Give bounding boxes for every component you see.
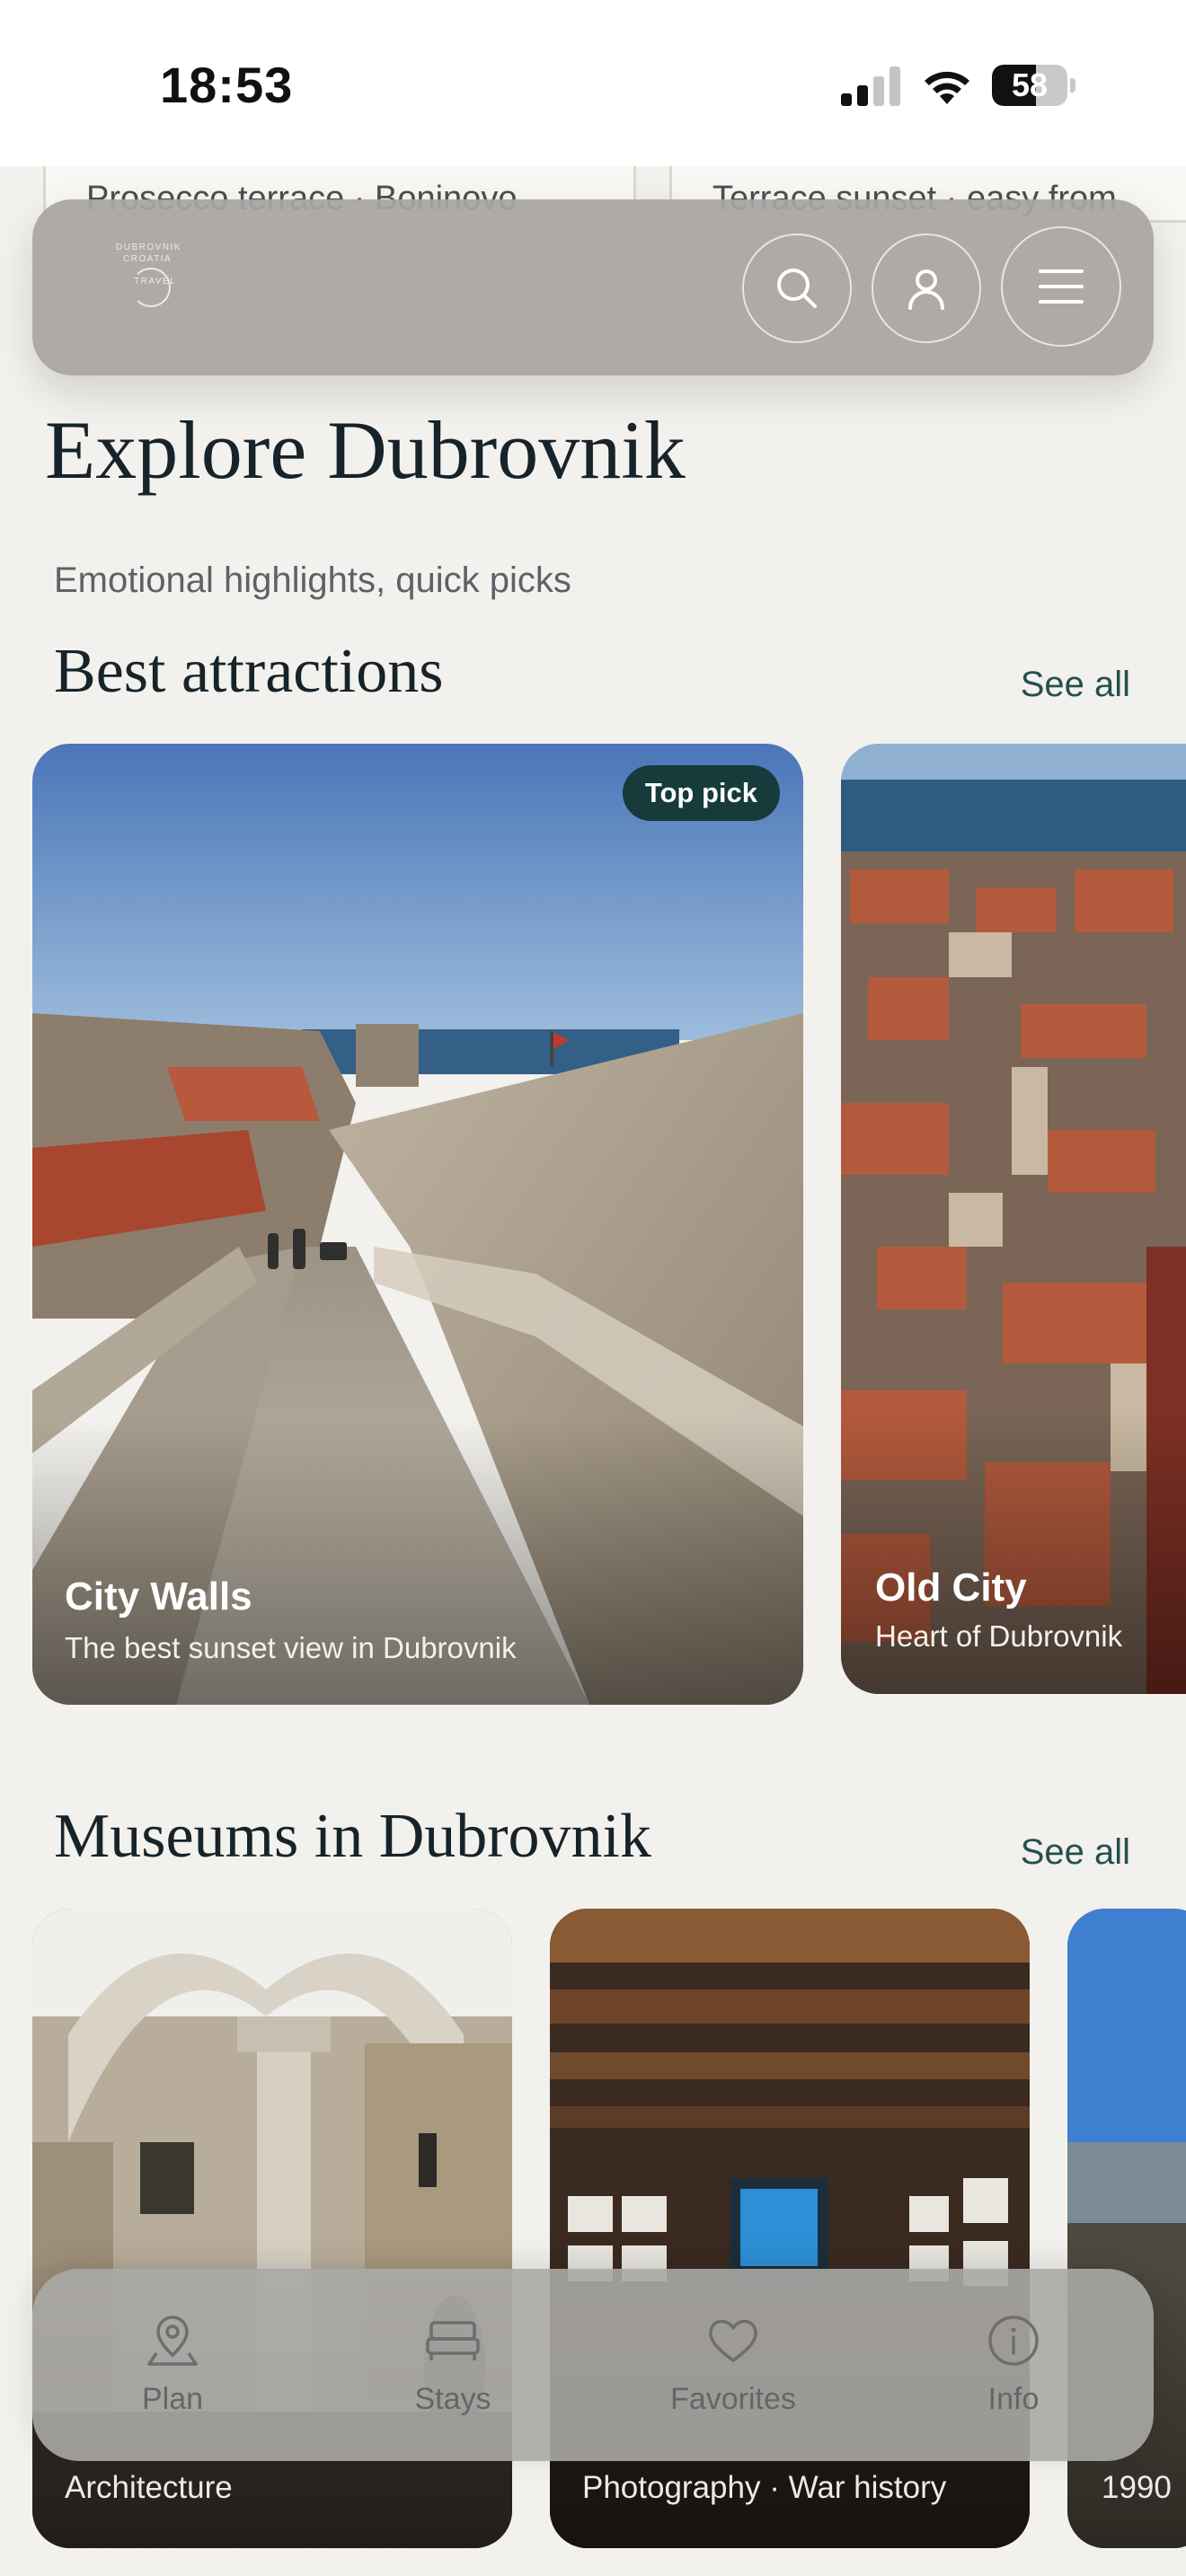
nav-label: Stays <box>414 2382 491 2416</box>
nav-label: Plan <box>141 2382 204 2416</box>
menu-icon <box>1039 269 1084 304</box>
nav-item-favorites[interactable]: Favorites <box>593 2269 873 2461</box>
cellular-signal-icon <box>841 66 900 106</box>
battery-icon: 58 <box>992 65 1075 106</box>
search-icon <box>777 269 817 308</box>
map-pin-icon <box>147 2316 198 2366</box>
nav-item-plan[interactable]: Plan <box>32 2269 313 2461</box>
page-title: Explore Dubrovnik <box>45 404 686 496</box>
card-subtitle: The best sunset view in Dubrovnik <box>65 1631 517 1664</box>
nav-label: Favorites <box>670 2382 796 2416</box>
card-title: Old City <box>875 1566 1027 1610</box>
heart-icon <box>709 2319 757 2362</box>
museums-section-title: Museums in Dubrovnik <box>54 1802 651 1871</box>
menu-button[interactable] <box>1001 226 1121 347</box>
top-pick-badge: Top pick <box>622 765 780 821</box>
account-button[interactable] <box>872 234 981 343</box>
nav-item-info[interactable]: Info <box>873 2269 1154 2461</box>
logo-ring-icon <box>131 268 171 307</box>
attraction-card-old-city[interactable]: Old City Heart of Dubrovnik <box>841 744 1186 1694</box>
top-header: DUBROVNIK CROATIA TRAVEL <box>32 199 1154 375</box>
museums-see-all-link[interactable]: See all <box>1021 1832 1130 1873</box>
museum-category: Architecture <box>65 2470 233 2505</box>
attractions-see-all-link[interactable]: See all <box>1021 665 1130 705</box>
wifi-icon <box>925 71 969 104</box>
status-time: 18:53 <box>160 57 294 113</box>
attraction-card-city-walls[interactable]: Top pick City Walls The best sunset view… <box>32 744 803 1705</box>
info-icon <box>988 2316 1039 2366</box>
status-bar: 18:53 58 <box>0 0 1186 166</box>
card-title: City Walls <box>65 1575 252 1619</box>
attractions-section-title: Best attractions <box>54 637 444 706</box>
museum-category: Photography · War history <box>582 2470 947 2505</box>
bed-icon <box>426 2321 480 2360</box>
search-button[interactable] <box>742 234 852 343</box>
museum-category: 1990 <box>1102 2470 1172 2505</box>
bottom-nav: Plan Stays Favorites Info <box>32 2269 1154 2461</box>
battery-level: 58 <box>1011 66 1049 103</box>
user-icon <box>908 269 944 310</box>
page-subtitle: Emotional highlights, quick picks <box>54 560 571 600</box>
nav-label: Info <box>987 2382 1040 2416</box>
card-subtitle: Heart of Dubrovnik <box>875 1619 1123 1653</box>
nav-item-stays[interactable]: Stays <box>313 2269 593 2461</box>
brand-logo[interactable]: DUBROVNIK CROATIA TRAVEL <box>75 243 219 332</box>
